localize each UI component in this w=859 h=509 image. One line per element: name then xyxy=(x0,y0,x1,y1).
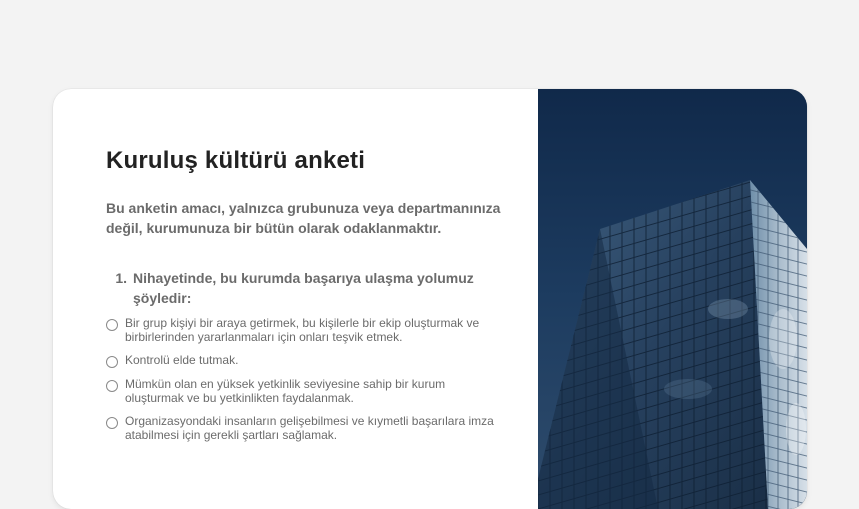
answer-option-label[interactable]: Bir grup kişiyi bir araya getirmek, bu k… xyxy=(125,316,505,344)
survey-intro: Bu anketin amacı, yalnızca grubunuza vey… xyxy=(106,200,501,236)
radio-button[interactable] xyxy=(106,356,118,368)
survey-content: Kuruluş kültürü anketi Bu anketin amacı,… xyxy=(106,145,506,451)
answer-option[interactable]: Mümkün olan en yüksek yetkinlik seviyesi… xyxy=(106,377,506,405)
answer-option[interactable]: Organizasyondaki insanların gelişebilmes… xyxy=(106,414,506,442)
question-text: Nihayetinde, bu kurumda başarıya ulaşma … xyxy=(133,270,474,306)
survey-title: Kuruluş kültürü anketi xyxy=(106,147,366,174)
question-1: 1. Nihayetinde, bu kurumda başarıya ulaş… xyxy=(106,268,506,308)
answer-option-label[interactable]: Mümkün olan en yüksek yetkinlik seviyesi… xyxy=(125,377,505,405)
skyscraper-image xyxy=(538,89,807,509)
radio-button[interactable] xyxy=(106,380,118,392)
answer-option[interactable]: Kontrolü elde tutmak. xyxy=(106,353,506,368)
answer-options: Bir grup kişiyi bir araya getirmek, bu k… xyxy=(106,316,506,442)
answer-option[interactable]: Bir grup kişiyi bir araya getirmek, bu k… xyxy=(106,316,506,344)
radio-button[interactable] xyxy=(106,417,118,429)
skyscraper-illustration xyxy=(538,89,807,509)
question-number: 1. xyxy=(115,270,127,286)
survey-card: Kuruluş kültürü anketi Bu anketin amacı,… xyxy=(53,89,807,509)
answer-option-label[interactable]: Kontrolü elde tutmak. xyxy=(125,353,505,367)
answer-option-label[interactable]: Organizasyondaki insanların gelişebilmes… xyxy=(125,414,505,442)
radio-button[interactable] xyxy=(106,319,118,331)
